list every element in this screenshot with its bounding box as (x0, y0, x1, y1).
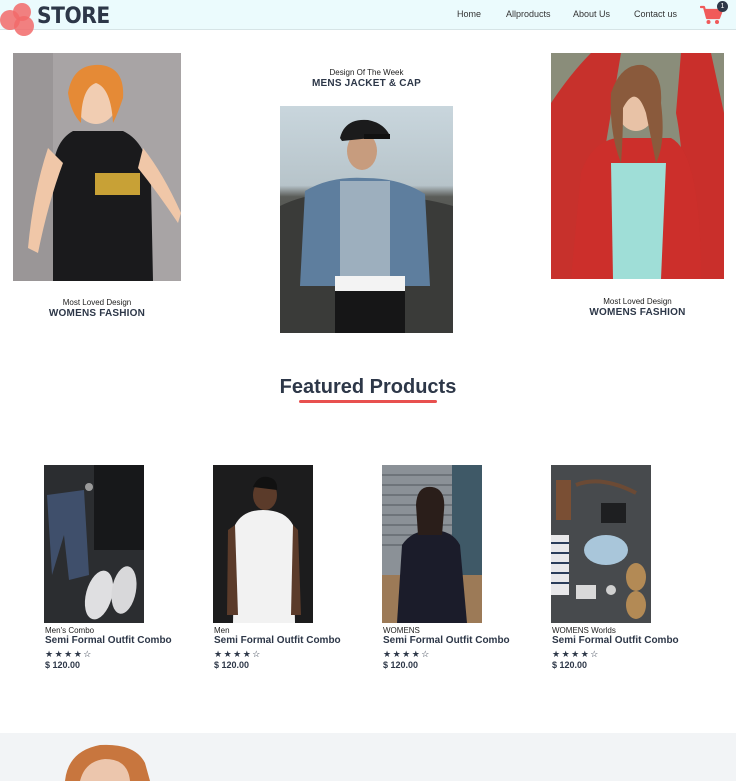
product-price: $ 120.00 (552, 660, 588, 670)
cart-button[interactable]: 1 (699, 1, 728, 26)
store-logo[interactable]: STORE (0, 1, 110, 36)
hero-left-subtitle: Most Loved Design (62, 298, 132, 307)
rating-stars-icon: ★★★★☆ (214, 649, 262, 659)
product-name[interactable]: Semi Formal Outfit Combo (214, 635, 341, 646)
cart-count-badge: 1 (717, 1, 728, 12)
product-image[interactable] (382, 465, 482, 623)
rating-stars-icon: ★★★★☆ (552, 649, 600, 659)
rating-stars-icon: ★★★★☆ (383, 649, 431, 659)
hero-right-subtitle: Most Loved Design (603, 297, 672, 306)
product-name[interactable]: Semi Formal Outfit Combo (552, 635, 679, 646)
nav-home[interactable]: Home (457, 9, 481, 19)
hero-right-image[interactable] (551, 53, 724, 279)
featured-products-heading: Featured Products (279, 376, 457, 398)
product-name[interactable]: Semi Formal Outfit Combo (383, 635, 510, 646)
product-category: Men's Combo (45, 626, 95, 635)
nav-contact-us[interactable]: Contact us (634, 9, 677, 19)
hero-center-subtitle: Design Of The Week (329, 68, 404, 77)
hero-center-title[interactable]: MENS JACKET & CAP (280, 78, 453, 89)
site-header: STORE Home Allproducts About Us Contact … (0, 0, 736, 36)
product-price: $ 120.00 (383, 660, 419, 670)
nav-about-us[interactable]: About Us (573, 9, 610, 19)
banner-image (65, 744, 150, 781)
product-category: Men (214, 626, 230, 635)
logo-text: STORE (37, 4, 110, 29)
hero-center-image[interactable] (280, 106, 453, 333)
logo-circles-icon (0, 1, 36, 36)
rating-stars-icon: ★★★★☆ (45, 649, 93, 659)
product-image[interactable] (551, 465, 651, 623)
product-name[interactable]: Semi Formal Outfit Combo (45, 635, 172, 646)
product-category: WOMENS (383, 626, 420, 635)
hero-right-title[interactable]: WOMENS FASHION (551, 307, 724, 318)
product-price: $ 120.00 (214, 660, 250, 670)
product-price: $ 120.00 (45, 660, 81, 670)
product-category: WOMENS Worlds (552, 626, 616, 635)
nav-allproducts[interactable]: Allproducts (506, 9, 551, 19)
next-section-banner (0, 733, 736, 781)
product-image[interactable] (44, 465, 144, 623)
heading-underline (299, 400, 437, 403)
hero-left-image[interactable] (13, 53, 181, 281)
product-image[interactable] (213, 465, 313, 623)
hero-left-title[interactable]: WOMENS FASHION (13, 308, 181, 319)
